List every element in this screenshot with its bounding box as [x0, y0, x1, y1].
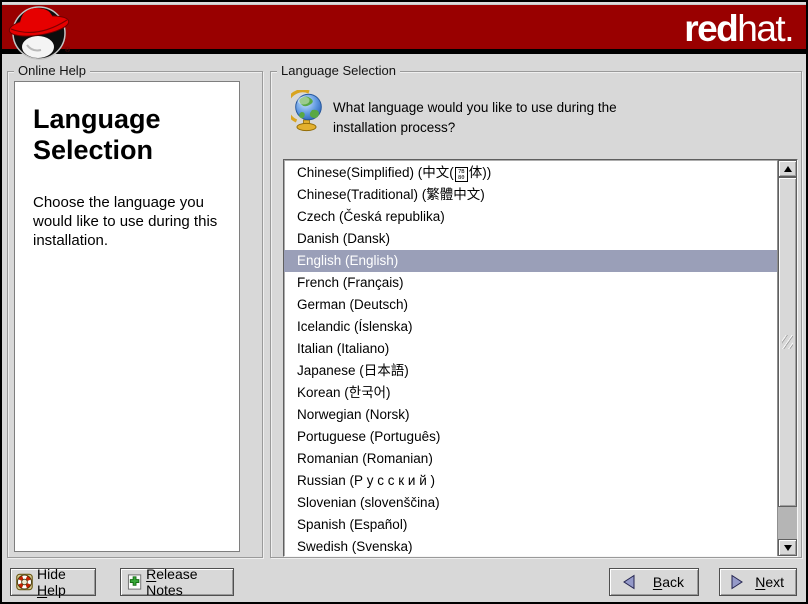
- scrollbar-thumb[interactable]: [778, 177, 797, 507]
- redhat-shadowman-logo: ®: [5, 5, 77, 61]
- brand-hat: hat: [737, 8, 784, 49]
- language-row[interactable]: Russian (Р у с с к и й ): [284, 470, 777, 492]
- missing-glyph-box: 7B80: [455, 167, 468, 182]
- vertical-scrollbar[interactable]: [777, 160, 797, 556]
- scroll-down-arrow-icon: [784, 545, 792, 551]
- next-arrow-icon: [730, 574, 744, 590]
- language-row[interactable]: Romanian (Romanian): [284, 448, 777, 470]
- scroll-up-button[interactable]: [778, 160, 797, 177]
- language-list: Chinese(Simplified) (中文(7B80体))Chinese(T…: [284, 160, 777, 556]
- language-row[interactable]: Czech (Česká republika): [284, 206, 777, 228]
- language-row[interactable]: German (Deutsch): [284, 294, 777, 316]
- language-question-text: What language would you like to use duri…: [333, 98, 683, 137]
- language-row[interactable]: Korean (한국어): [284, 382, 777, 404]
- language-row[interactable]: Swedish (Svenska): [284, 536, 777, 556]
- online-help-frame-label: Online Help: [14, 63, 90, 78]
- language-selection-panel: Language Selection What lan: [270, 71, 802, 558]
- language-row[interactable]: French (Français): [284, 272, 777, 294]
- language-row[interactable]: Danish (Dansk): [284, 228, 777, 250]
- next-label: Next: [755, 574, 784, 590]
- release-notes-icon: [127, 573, 142, 591]
- hide-help-label: Hide Help: [37, 566, 95, 598]
- scroll-up-arrow-icon: [784, 166, 792, 172]
- brand-dot: .: [784, 8, 793, 49]
- release-notes-label: Release Notes: [146, 566, 233, 598]
- scroll-down-button[interactable]: [778, 539, 797, 556]
- help-heading: Language Selection: [33, 104, 227, 167]
- online-help-panel: Online Help Language Selection Choose th…: [7, 71, 263, 558]
- header-banner: ® redhat.: [2, 4, 806, 49]
- help-body-text: Choose the language you would like to us…: [33, 193, 235, 251]
- language-row[interactable]: Slovenian (slovenščina): [284, 492, 777, 514]
- life-preserver-icon: [16, 573, 33, 591]
- installer-window: ® redhat. Online Help Language Selection…: [0, 0, 808, 604]
- language-row[interactable]: Italian (Italiano): [284, 338, 777, 360]
- language-row[interactable]: Chinese(Traditional) (繁體中文): [284, 184, 777, 206]
- language-row[interactable]: Icelandic (Íslenska): [284, 316, 777, 338]
- language-row[interactable]: Chinese(Simplified) (中文(7B80体)): [284, 162, 777, 184]
- language-row[interactable]: Japanese (日本語): [284, 360, 777, 382]
- back-label: Back: [653, 574, 684, 590]
- svg-text:®: ®: [65, 46, 71, 54]
- back-button[interactable]: Back: [609, 568, 699, 596]
- language-row[interactable]: Spanish (Español): [284, 514, 777, 536]
- release-notes-button[interactable]: Release Notes: [120, 568, 234, 596]
- language-row[interactable]: Portuguese (Português): [284, 426, 777, 448]
- online-help-content: Language Selection Choose the language y…: [14, 81, 240, 552]
- scrollbar-track[interactable]: [778, 507, 797, 539]
- next-button[interactable]: Next: [719, 568, 797, 596]
- language-row[interactable]: Norwegian (Norsk): [284, 404, 777, 426]
- redhat-wordmark: redhat.: [684, 10, 793, 47]
- language-selection-frame-label: Language Selection: [277, 63, 400, 78]
- main-content: Online Help Language Selection Choose th…: [2, 54, 806, 602]
- language-listbox: Chinese(Simplified) (中文(7B80体))Chinese(T…: [283, 159, 798, 557]
- brand-red: red: [684, 8, 737, 49]
- language-row-selected[interactable]: English (English): [284, 250, 777, 272]
- globe-icon: [291, 90, 327, 132]
- hide-help-button[interactable]: Hide Help: [10, 568, 96, 596]
- back-arrow-icon: [622, 574, 636, 590]
